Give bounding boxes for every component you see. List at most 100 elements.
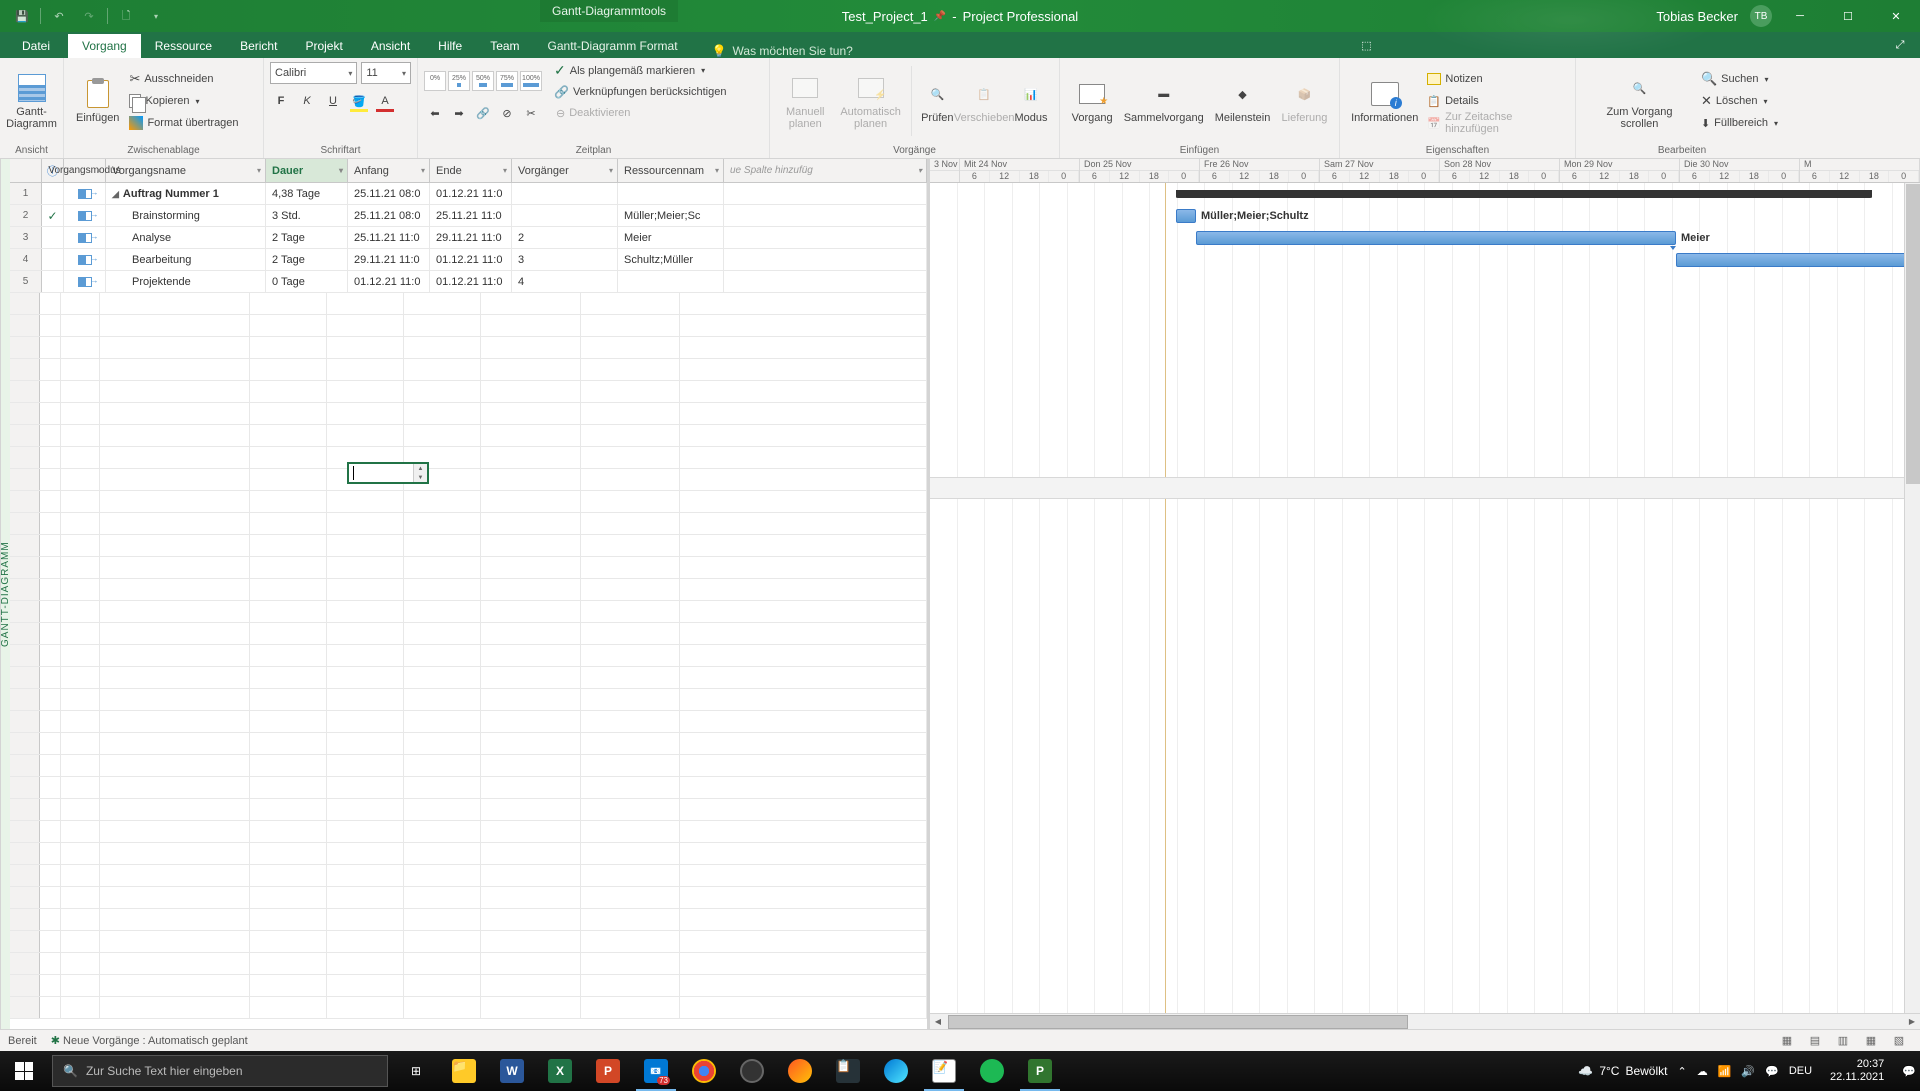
font-size-combo[interactable]: 11▾ — [361, 62, 411, 84]
save-icon[interactable]: 💾 — [8, 4, 36, 28]
status-mode[interactable]: ✱ Neue Vorgänge : Automatisch geplant — [51, 1034, 248, 1047]
mark-on-track-button[interactable]: ✓Als plangemäß markieren▾ — [550, 61, 730, 81]
tab-team[interactable]: Team — [476, 34, 533, 58]
tray-notifications-icon[interactable]: 💬 — [1902, 1065, 1916, 1078]
new-icon[interactable]: 🗋 — [112, 4, 140, 28]
chrome-icon[interactable] — [680, 1051, 728, 1091]
empty-row[interactable] — [10, 293, 927, 315]
outdent-button[interactable]: ⬅ — [424, 102, 446, 124]
table-row[interactable]: 3 Analyse 2 Tage 25.11.21 11:0 29.11.21 … — [10, 227, 927, 249]
find-button[interactable]: 🔍Suchen▾ — [1697, 69, 1782, 89]
font-color-button[interactable]: A — [374, 90, 396, 112]
underline-button[interactable]: U — [322, 90, 344, 112]
empty-row[interactable] — [10, 469, 927, 491]
font-name-combo[interactable]: Calibri▾ — [270, 62, 357, 84]
details-button[interactable]: 📋Details — [1423, 91, 1569, 111]
col-start[interactable]: Anfang▾ — [348, 159, 430, 182]
edge-icon[interactable] — [872, 1051, 920, 1091]
empty-row[interactable] — [10, 315, 927, 337]
view-report-icon[interactable]: ▧ — [1886, 1032, 1912, 1050]
empty-row[interactable] — [10, 799, 927, 821]
empty-row[interactable] — [10, 755, 927, 777]
col-duration[interactable]: Dauer▾ — [266, 159, 348, 182]
empty-row[interactable] — [10, 579, 927, 601]
tab-projekt[interactable]: Projekt — [291, 34, 356, 58]
fill-color-button[interactable]: 🪣 — [348, 90, 370, 112]
empty-row[interactable] — [10, 975, 927, 997]
empty-row[interactable] — [10, 865, 927, 887]
empty-row[interactable] — [10, 909, 927, 931]
user-name[interactable]: Tobias Becker — [1656, 9, 1738, 24]
table-row[interactable]: 5 Projektende 0 Tage 01.12.21 11:0 01.12… — [10, 271, 927, 293]
gantt-bar-summary[interactable] — [1176, 190, 1872, 198]
empty-row[interactable] — [10, 403, 927, 425]
empty-row[interactable] — [10, 953, 927, 975]
tray-volume-icon[interactable]: 🔊 — [1741, 1065, 1755, 1078]
qa-customize-icon[interactable]: ▾ — [142, 4, 170, 28]
empty-row[interactable] — [10, 667, 927, 689]
redo-icon[interactable]: ↷ — [75, 4, 103, 28]
pin-icon[interactable]: 📌 — [934, 11, 946, 22]
view-usage-icon[interactable]: ▤ — [1802, 1032, 1828, 1050]
task-view-button[interactable]: ⊞ — [392, 1051, 440, 1091]
user-avatar[interactable]: TB — [1750, 5, 1772, 27]
empty-row[interactable] — [10, 931, 927, 953]
split-task-button[interactable]: ✂ — [520, 102, 542, 124]
bold-button[interactable]: F — [270, 90, 292, 112]
information-button[interactable]: Informationen — [1346, 62, 1423, 140]
fill-button[interactable]: ⬇Füllbereich▾ — [1697, 113, 1782, 133]
empty-row[interactable] — [10, 359, 927, 381]
empty-row[interactable] — [10, 447, 927, 469]
gantt-body[interactable]: Müller;Meier;Schultz Meier — [930, 183, 1920, 1029]
cut-button[interactable]: ✂Ausschneiden — [125, 69, 242, 89]
tray-lang[interactable]: DEU — [1789, 1065, 1812, 1077]
col-pred[interactable]: Vorgänger▾ — [512, 159, 618, 182]
spotify-icon[interactable] — [968, 1051, 1016, 1091]
select-all-corner[interactable] — [10, 159, 42, 182]
gantt-vscroll[interactable] — [1904, 183, 1920, 1013]
gantt-bar-task-2[interactable]: Müller;Meier;Schultz — [1176, 209, 1196, 223]
pct-50[interactable]: 50% — [472, 71, 494, 91]
tab-ansicht[interactable]: Ansicht — [357, 34, 424, 58]
empty-row[interactable] — [10, 645, 927, 667]
col-resources[interactable]: Ressourcennam▾ — [618, 159, 724, 182]
tray-wifi-icon[interactable]: 📶 — [1718, 1065, 1732, 1078]
app-icon-2[interactable]: 📋 — [824, 1051, 872, 1091]
inspect-button[interactable]: 🔍Prüfen — [915, 62, 959, 140]
tray-chevron-icon[interactable]: ⌃ — [1677, 1065, 1686, 1078]
explorer-icon[interactable]: 📁 — [440, 1051, 488, 1091]
taskbar-search[interactable]: 🔍Zur Suche Text hier eingeben — [52, 1055, 388, 1087]
ribbon-display-options[interactable]: ⬚ — [1346, 32, 1386, 58]
empty-row[interactable] — [10, 337, 927, 359]
word-icon[interactable]: W — [488, 1051, 536, 1091]
maximize-button[interactable]: ☐ — [1828, 0, 1868, 32]
empty-row[interactable] — [10, 711, 927, 733]
scroll-to-task-button[interactable]: 🔍Zum Vorgang scrollen — [1582, 62, 1697, 140]
empty-row[interactable] — [10, 997, 927, 1019]
minimize-button[interactable]: ─ — [1780, 0, 1820, 32]
pct-75[interactable]: 75% — [496, 71, 518, 91]
powerpoint-icon[interactable]: P — [584, 1051, 632, 1091]
spinner[interactable]: ▲▼ — [413, 464, 427, 482]
pct-100[interactable]: 100% — [520, 71, 542, 91]
empty-row[interactable] — [10, 601, 927, 623]
tell-me-search[interactable]: 💡 Was möchten Sie tun? — [712, 44, 853, 58]
notepad-icon[interactable]: 📝 — [920, 1051, 968, 1091]
col-end[interactable]: Ende▾ — [430, 159, 512, 182]
tab-vorgang[interactable]: Vorgang — [68, 34, 141, 58]
app-icon-1[interactable] — [776, 1051, 824, 1091]
respect-links-button[interactable]: 🔗Verknüpfungen berücksichtigen — [550, 82, 730, 102]
gantt-diagram-button[interactable]: Gantt- Diagramm — [6, 62, 57, 140]
pct-25[interactable]: 25% — [448, 71, 470, 91]
copy-button[interactable]: Kopieren▾ — [125, 91, 242, 111]
unlink-tasks-button[interactable]: ⊘ — [496, 102, 518, 124]
tab-ressource[interactable]: Ressource — [141, 34, 226, 58]
weather-widget[interactable]: ☁️7°CBewölkt — [1578, 1064, 1667, 1078]
obs-icon[interactable] — [728, 1051, 776, 1091]
link-tasks-button[interactable]: 🔗 — [472, 102, 494, 124]
italic-button[interactable]: K — [296, 90, 318, 112]
active-cell-editor[interactable]: ▲▼ — [347, 462, 429, 484]
empty-row[interactable] — [10, 843, 927, 865]
empty-row[interactable] — [10, 777, 927, 799]
tab-bericht[interactable]: Bericht — [226, 34, 291, 58]
